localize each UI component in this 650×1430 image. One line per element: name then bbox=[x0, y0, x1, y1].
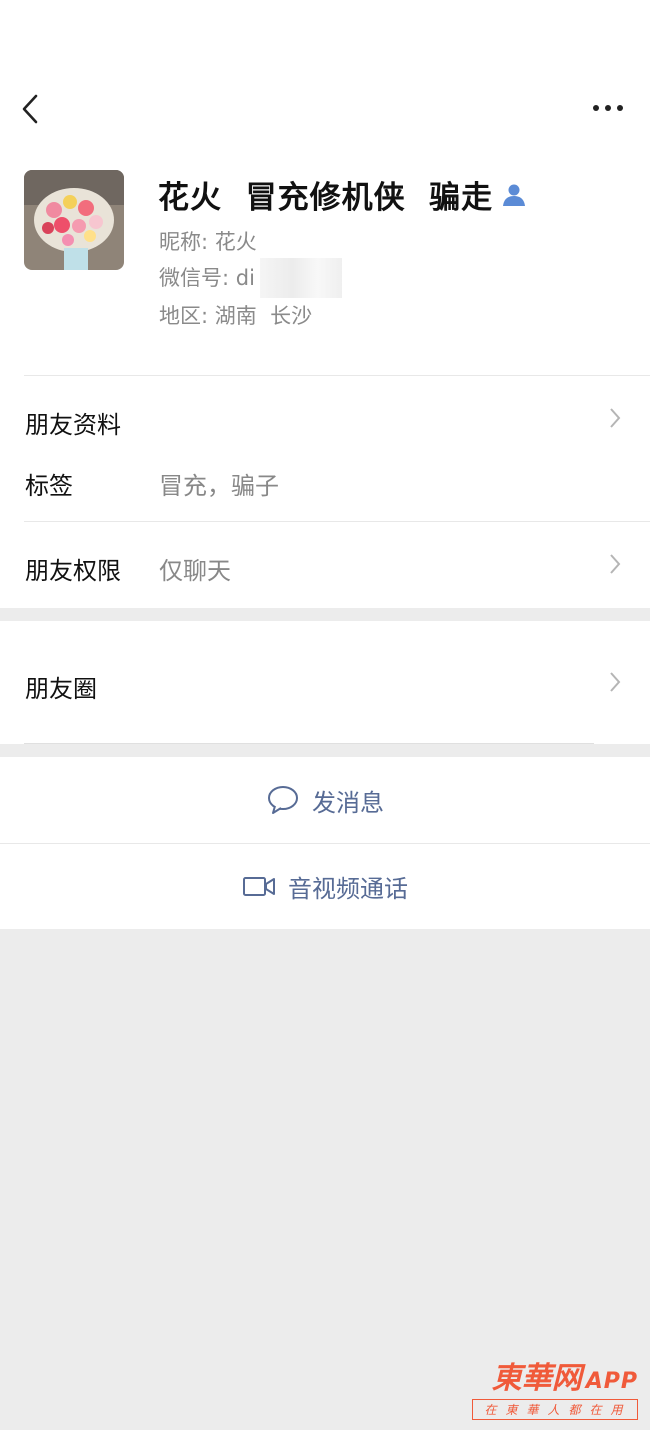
watermark-brand: 東華网 bbox=[491, 1361, 582, 1396]
watermark-slogan: 在東華人都在用 bbox=[472, 1399, 638, 1420]
moments-row[interactable]: 朋友圈 bbox=[25, 669, 97, 704]
profile-name-row: 花火 冒充修机侠 骗走 bbox=[158, 172, 527, 217]
divider bbox=[24, 521, 650, 522]
send-message-label: 发消息 bbox=[312, 788, 384, 817]
chevron-right-icon bbox=[610, 672, 621, 692]
watermark-logo: 東華网 APP 在東華人都在用 bbox=[472, 1353, 638, 1420]
tags-label: 标签 bbox=[25, 472, 73, 500]
friend-info-row[interactable]: 朋友资料 bbox=[25, 405, 121, 440]
video-call-label: 音视频通话 bbox=[288, 875, 408, 903]
actions-card: 发消息 音视频通话 bbox=[0, 757, 650, 929]
chevron-right-icon bbox=[610, 408, 621, 428]
redaction-blur bbox=[260, 258, 342, 298]
chevron-left-icon[interactable] bbox=[18, 92, 46, 126]
chat-bubble-icon bbox=[268, 786, 298, 814]
profile-name: 花火 冒充修机侠 骗走 bbox=[158, 180, 494, 216]
permission-label[interactable]: 朋友权限 bbox=[25, 551, 121, 586]
video-camera-icon bbox=[243, 876, 275, 896]
send-message-button[interactable]: 发消息 bbox=[0, 757, 650, 843]
person-icon bbox=[503, 184, 526, 206]
nickname: 昵称: 花火 bbox=[159, 230, 257, 254]
profile-card: 花火 冒充修机侠 骗走 昵称: 花火 微信号: di 地区: 湖南 长沙 朋友资… bbox=[0, 0, 650, 608]
more-dots-icon[interactable] bbox=[590, 96, 626, 120]
region: 地区: 湖南 长沙 bbox=[159, 304, 313, 328]
tags-value: 冒充，骗子 bbox=[159, 472, 279, 500]
wechat-id: 微信号: di bbox=[159, 266, 255, 290]
permission-value: 仅聊天 bbox=[159, 557, 231, 585]
avatar[interactable] bbox=[24, 170, 124, 270]
divider bbox=[24, 375, 650, 376]
watermark-app: APP bbox=[585, 1369, 638, 1394]
video-call-button[interactable]: 音视频通话 bbox=[0, 844, 650, 929]
chevron-right-icon bbox=[610, 554, 621, 574]
divider bbox=[24, 743, 594, 744]
moments-card[interactable]: 朋友圈 bbox=[0, 621, 650, 744]
